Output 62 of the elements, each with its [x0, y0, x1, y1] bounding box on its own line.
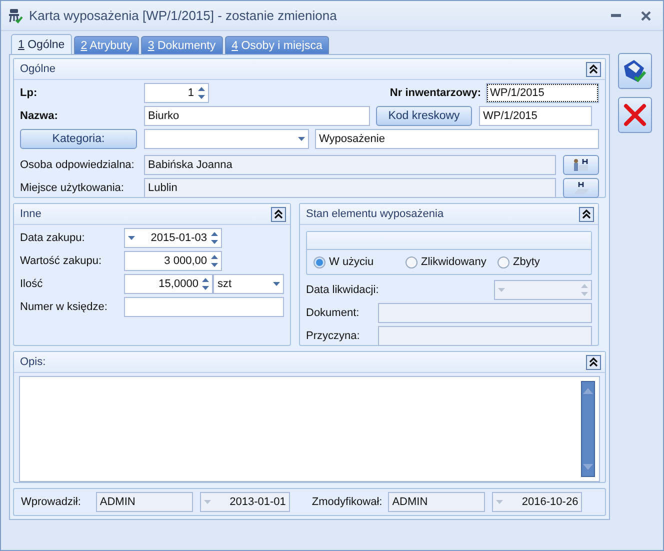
text-field[interactable]: Biurko	[144, 106, 370, 126]
tab[interactable]: 1 Ogólne	[11, 34, 72, 54]
date-field[interactable]: 2015-01-03	[124, 228, 222, 248]
field-label: Numer w księdze:	[20, 301, 108, 313]
text-field[interactable]: WP/1/2015	[479, 106, 592, 126]
dropdown-field[interactable]	[144, 129, 309, 149]
field-label: Lp:	[20, 87, 38, 99]
field-label: Przyczyna:	[306, 330, 361, 342]
collapse-button[interactable]	[579, 206, 594, 222]
spin-arrows-icon[interactable]	[198, 86, 205, 100]
text-field[interactable]	[124, 297, 284, 317]
field-label: Data likwidacji:	[306, 284, 379, 296]
field-label: Data zakupu:	[20, 232, 86, 244]
section-title: Opis:	[20, 356, 46, 368]
dropdown-arrow-icon[interactable]	[298, 137, 305, 141]
book-icon	[571, 181, 591, 195]
field-label: Dokument:	[306, 307, 360, 319]
description-field[interactable]	[19, 376, 600, 482]
text-field[interactable]: WP/1/2015	[486, 83, 599, 103]
number-field[interactable]: 3 000,00	[124, 251, 222, 271]
collapse-button[interactable]	[586, 62, 601, 76]
unit-dropdown[interactable]: szt	[213, 274, 284, 294]
person-icon	[571, 158, 591, 172]
field-label: Zmodyfikował:	[312, 496, 382, 508]
category-button[interactable]: Kategoria:	[20, 129, 137, 149]
number-field[interactable]: 1	[144, 83, 209, 103]
window-title: Karta wyposażenia [WP/1/2015] - zostanie zmieniona	[29, 8, 337, 23]
radio-label[interactable]: W użyciu	[329, 256, 374, 268]
radio-button[interactable]	[313, 256, 326, 268]
save-button[interactable]	[618, 53, 652, 89]
field-label: Miejsce użytkowania:	[20, 182, 125, 194]
collapse-button[interactable]	[586, 354, 601, 370]
radio-label[interactable]: Zbyty	[513, 256, 540, 268]
text-field[interactable]: Wyposażenie	[315, 129, 599, 149]
spin-arrows-icon[interactable]	[211, 231, 218, 245]
dropdown-arrow-icon[interactable]	[273, 282, 280, 286]
field-label: Wartość zakupu:	[20, 255, 103, 267]
date-field: 2016-10-26	[492, 492, 582, 512]
person-picker-button[interactable]	[563, 155, 599, 175]
collapse-button[interactable]	[271, 206, 286, 222]
field-label: Nr inwentarzowy:	[390, 87, 481, 99]
date-field: 2013-01-01	[200, 492, 290, 512]
field-label: Ilość	[20, 278, 44, 290]
place-picker-button[interactable]	[563, 178, 599, 198]
radio-label[interactable]: Zlikwidowany	[421, 256, 486, 268]
section-title: Stan elementu wyposażenia	[306, 208, 444, 220]
close-icon[interactable]	[641, 10, 651, 20]
chair-icon	[7, 8, 23, 24]
cancel-button[interactable]	[618, 97, 652, 133]
barcode-button[interactable]: Kod kreskowy	[376, 106, 472, 126]
section-title: Ogólne	[20, 63, 56, 75]
field-label: Osoba odpowiedzialna:	[20, 159, 136, 171]
number-field[interactable]: 15,0000	[124, 274, 214, 294]
spin-arrows-icon	[581, 283, 588, 297]
radio-button[interactable]	[405, 256, 418, 268]
radio-button[interactable]	[497, 256, 510, 268]
spin-arrows-icon[interactable]	[211, 254, 218, 268]
section-title: Inne	[20, 208, 42, 220]
field-label: Wprowadził:	[21, 496, 81, 508]
spin-arrows-icon[interactable]	[202, 277, 210, 291]
field-label: Nazwa:	[20, 110, 59, 122]
dropdown-arrow-icon[interactable]	[128, 236, 135, 240]
